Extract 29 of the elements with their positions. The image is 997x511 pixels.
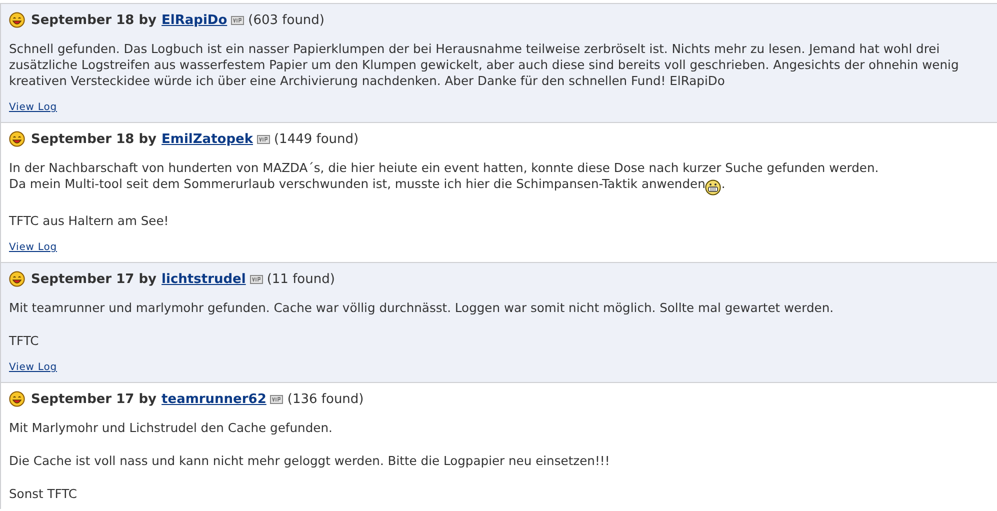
username-link[interactable]: ElRapiDo <box>162 12 228 28</box>
log-text: Schnell gefunden. Das Logbuch ist ein nasser Papierklumpen der bei Herausnahme teilweise zerbröselt ist. Nichts mehr zu lesen. Jemand hat wohl drei zusätzliche Logstreifen aus wasserfestem Papier um den Klumpen gewickelt, aber auch diese sind bereits voll geschrieben. Angesichts der ohnehin wenig kreativen Versteckidee würde ich über eine Archivierung nachdenken. Aber Danke für den schnellen Fund! ElRapiDo <box>9 41 960 89</box>
found-count: (136 found) <box>287 392 364 406</box>
view-log-link[interactable]: View Log <box>9 101 57 115</box>
log-text: Mit teamrunner und marlymohr gefunden. Cache war völlig durchnässt. Loggen war somit nicht möglich. Sollte mal gewartet werden. <box>9 300 835 316</box>
grin-icon <box>705 179 722 196</box>
log-date: September 17 by <box>31 392 157 406</box>
smiley-icon <box>9 12 25 28</box>
log-text: Die Cache ist voll nass und kann nicht mehr geloggt werden. Bitte die Logpapier neu einsetzen!!! <box>9 453 611 469</box>
found-count: (1449 found) <box>274 132 359 146</box>
smiley-icon <box>9 271 25 287</box>
log-text: TFTC aus Haltern am See! <box>9 213 170 229</box>
log-text: Sonst TFTC <box>9 486 78 502</box>
username-link[interactable]: teamrunner62 <box>162 392 266 406</box>
username-link[interactable]: lichtstrudel <box>162 272 246 286</box>
username-link[interactable]: EmilZatopek <box>162 132 253 146</box>
log-date: September 17 by <box>31 272 157 286</box>
smiley-icon <box>9 391 25 407</box>
view-log-link[interactable]: View Log <box>9 241 57 255</box>
log-text: Da mein Multi-tool seit dem Sommerurlaub verschwunden ist, musste ich hier die Schimpansen-Taktik anwenden . <box>9 176 989 196</box>
log-date: September 18 by <box>31 12 157 28</box>
log-text: TFTC <box>9 333 40 349</box>
found-count: (603 found) <box>248 12 324 28</box>
smiley-icon <box>9 131 25 147</box>
view-log-link[interactable]: View Log <box>9 361 57 375</box>
log-date: September 18 by <box>31 132 157 146</box>
log-text: In der Nachbarschaft von hunderten von MAZDA´s, die hier heiute ein event hatten, konnte diese Dose nach kurzer Suche gefunden werden. <box>9 160 880 176</box>
found-count: (11 found) <box>266 272 335 286</box>
log-text: Mit Marlymohr und Lichstrudel den Cache gefunden. <box>9 420 334 436</box>
